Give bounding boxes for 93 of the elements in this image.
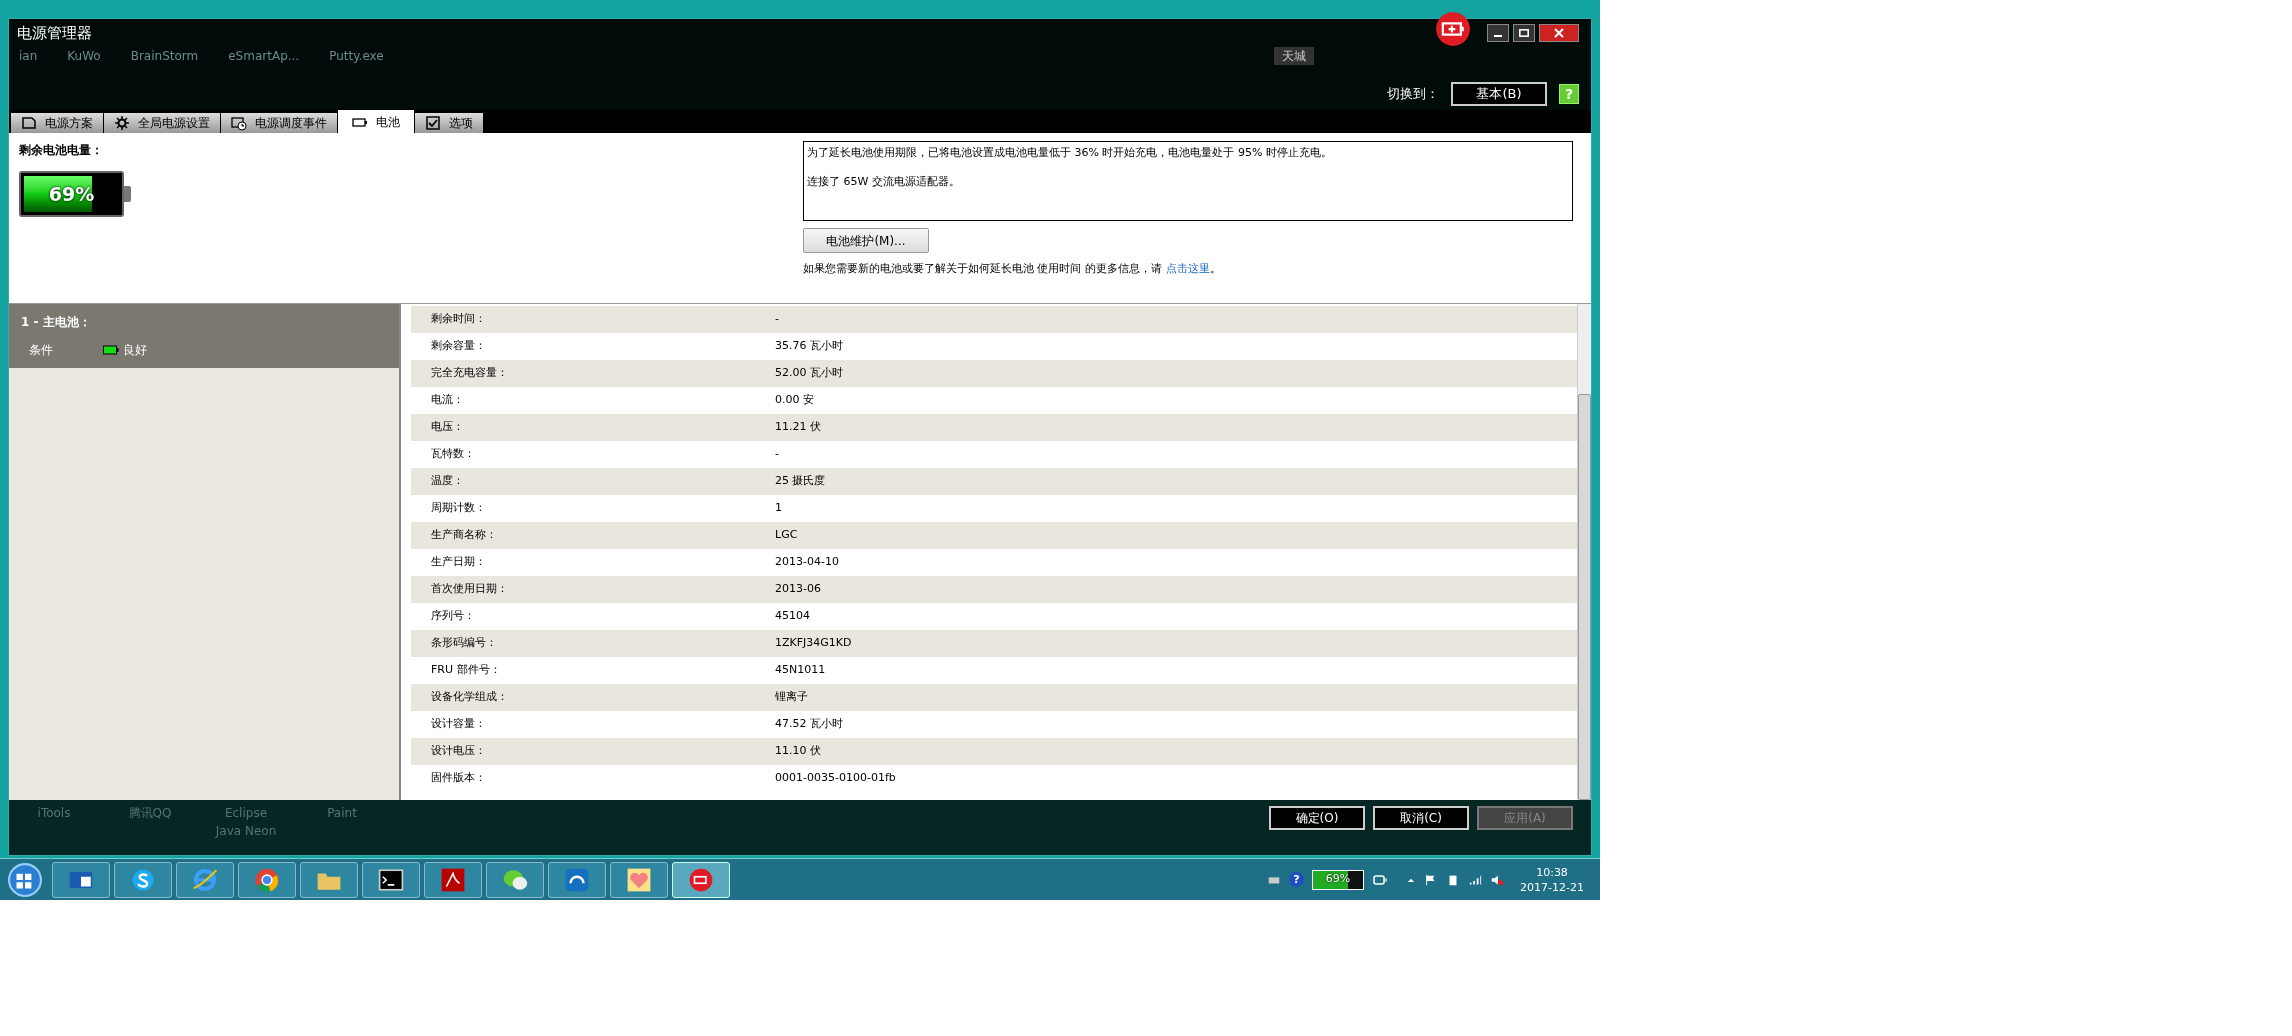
battery-terminal xyxy=(124,186,131,202)
property-label: FRU 部件号： xyxy=(430,662,502,679)
taskbar-app-button[interactable] xyxy=(362,861,420,898)
restore-icon xyxy=(1519,29,1529,37)
help-icon[interactable]: ? xyxy=(1289,872,1305,887)
property-value: 2013-04-10 xyxy=(775,554,839,571)
property-label: 周期计数： xyxy=(430,500,487,517)
terminal-icon xyxy=(378,866,404,893)
tab[interactable]: 电源调度事件 xyxy=(221,113,337,133)
property-label: 剩余容量： xyxy=(430,338,487,355)
property-value: 45104 xyxy=(775,608,810,625)
condition-label: 条件 xyxy=(29,342,54,359)
taskbar-app-button[interactable] xyxy=(114,861,172,898)
condition-value: 良好 xyxy=(123,342,147,359)
desktop-icon-label[interactable]: ian xyxy=(19,47,38,65)
round-s-logo-icon xyxy=(130,866,156,893)
pdf-icon xyxy=(440,866,466,893)
property-value: - xyxy=(775,311,779,328)
battery-logo-icon xyxy=(688,866,714,893)
background-window-title: 天城 xyxy=(1273,47,1314,65)
close-icon xyxy=(1554,28,1564,38)
property-value: - xyxy=(775,446,779,463)
info-text: 为了延长电池使用期限，已将电池设置成电池电量低于 36% 时开始充电，电池电量处于 95% 时停止充电。 xyxy=(807,145,1333,161)
close-button[interactable] xyxy=(1539,24,1579,42)
clock-date[interactable]: 2017-12-21 xyxy=(1520,879,1584,895)
property-label: 电流： xyxy=(430,392,465,409)
clock-time[interactable]: 10:38 xyxy=(1536,864,1568,880)
desktop-icon-label[interactable]: iTools xyxy=(19,804,89,840)
desktop-icon-label[interactable]: BrainStorm xyxy=(130,47,199,65)
battery-list-item[interactable]: 1 - 主电池： 条件 良好 xyxy=(9,304,399,368)
property-value: 1ZKFJ34G1KD xyxy=(775,635,852,652)
window-title: 电源管理器 xyxy=(17,22,92,44)
desktop-icon-label[interactable]: Paint xyxy=(307,804,377,840)
property-value: LGC xyxy=(775,527,798,544)
battery-maintenance-button[interactable]: 电池维护(M)... xyxy=(803,228,929,253)
more-info-text: 如果您需要新的电池或要了解关于如何延长电池 使用时间 的更多信息，请 点击这里。 xyxy=(803,261,1222,277)
basic-mode-button[interactable]: 基本(B) xyxy=(1451,82,1547,106)
click-here-link[interactable]: 点击这里 xyxy=(1165,262,1210,275)
property-label: 序列号： xyxy=(430,608,476,625)
battery-heading: 剩余电池电量： xyxy=(19,142,104,159)
property-value: 0001-0035-0100-01fb xyxy=(775,770,896,787)
round-browser-icon xyxy=(254,866,280,893)
property-value: 52.00 瓦小时 xyxy=(775,365,843,382)
gear-icon xyxy=(114,115,130,131)
property-value: 11.21 伏 xyxy=(775,419,821,436)
start-button-icon xyxy=(8,862,42,897)
desktop-icon-label[interactable]: Putty.exe xyxy=(329,47,384,65)
battery-logo-icon xyxy=(1435,11,1471,47)
property-label: 设计电压： xyxy=(430,743,487,760)
property-label: 固件版本： xyxy=(430,770,487,787)
property-label: 完全充电容量： xyxy=(430,365,509,382)
property-value: 47.52 瓦小时 xyxy=(775,716,843,733)
property-value: 11.10 伏 xyxy=(775,743,821,760)
tab[interactable]: 电源方案 xyxy=(11,113,103,133)
desktop-icon-label[interactable]: KuWo xyxy=(67,47,101,65)
property-label: 首次使用日期： xyxy=(430,581,509,598)
switch-label: 切换到： xyxy=(1387,85,1439,104)
property-label: 设备化学组成： xyxy=(430,689,509,706)
property-label: 条形码编号： xyxy=(430,635,498,652)
clock-icon xyxy=(231,115,247,131)
battery-title: 1 - 主电池： xyxy=(21,314,92,331)
property-value: 0.00 安 xyxy=(775,392,814,409)
property-value: 2013-06 xyxy=(775,581,821,598)
restore-button[interactable] xyxy=(1513,24,1535,42)
property-label: 生产商名称： xyxy=(430,527,498,544)
property-label: 生产日期： xyxy=(430,554,487,571)
minimize-icon xyxy=(1494,35,1502,37)
desktop-icon-label[interactable]: 腾讯QQ xyxy=(115,804,185,840)
tab[interactable]: 电池 xyxy=(338,110,414,133)
cloud-icon xyxy=(564,866,590,893)
property-label: 设计容量： xyxy=(430,716,487,733)
scrollbar[interactable] xyxy=(1577,304,1591,800)
property-label: 温度： xyxy=(430,473,465,490)
desktop-icon-label[interactable]: eSmartAp... xyxy=(228,47,300,65)
tab[interactable]: 全局电源设置 xyxy=(104,113,220,133)
info-text: 连接了 65W 交流电源适配器。 xyxy=(807,173,961,190)
property-label: 电压： xyxy=(430,419,465,436)
checkbox-icon xyxy=(425,115,441,131)
property-label: 瓦特数： xyxy=(430,446,476,463)
minimize-button[interactable] xyxy=(1487,24,1509,42)
property-value: 锂离子 xyxy=(775,689,808,706)
property-value: 25 摄氏度 xyxy=(775,473,826,490)
property-value: 1 xyxy=(775,500,782,517)
taskbar-app-button[interactable] xyxy=(52,861,110,898)
property-label: 剩余时间： xyxy=(430,311,487,328)
property-value: 45N1011 xyxy=(775,662,826,679)
desktop-icon-label[interactable]: Eclipse Java Neon xyxy=(211,804,281,840)
dialog-button[interactable]: 取消(C) xyxy=(1373,806,1469,830)
dialog-button[interactable]: 确定(O) xyxy=(1269,806,1365,830)
tab[interactable]: 选项 xyxy=(415,113,483,133)
browser-ring-icon xyxy=(192,866,218,893)
document-icon xyxy=(21,115,37,131)
property-value: 35.76 瓦小时 xyxy=(775,338,843,355)
